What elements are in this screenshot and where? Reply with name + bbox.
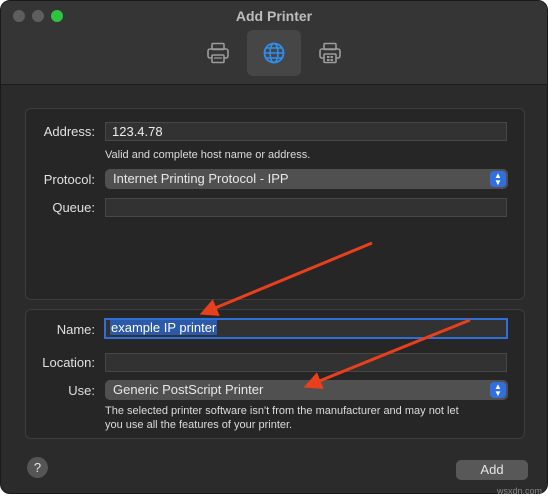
protocol-popup[interactable]: Internet Printing Protocol - IPP ▲ ▼	[105, 169, 508, 189]
toolbar-ip-button[interactable]	[247, 30, 301, 76]
use-hint-line2: you use all the features of your printer…	[105, 419, 293, 431]
protocol-label: Protocol:	[43, 172, 95, 187]
printer-icon	[207, 42, 229, 64]
use-popup[interactable]: Generic PostScript Printer ▲ ▼	[105, 380, 508, 400]
address-hint: Valid and complete host name or address.	[105, 149, 311, 161]
use-label: Use:	[68, 383, 95, 398]
queue-field[interactable]	[105, 198, 507, 217]
windows-printer-icon	[319, 42, 341, 64]
address-field[interactable]: 123.4.78	[105, 122, 507, 141]
window-title: Add Printer	[235, 8, 313, 24]
name-label: Name:	[56, 322, 95, 337]
location-field[interactable]	[105, 353, 507, 372]
name-field[interactable]: example IP printer	[104, 318, 508, 339]
protocol-value: Internet Printing Protocol - IPP	[113, 171, 289, 186]
toolbar-windows-button[interactable]	[303, 30, 357, 76]
chevron-updown-icon: ▲ ▼	[490, 171, 506, 187]
address-label: Address:	[43, 124, 95, 139]
watermark: wsxdn.com	[496, 486, 542, 496]
help-button[interactable]: ?	[27, 457, 48, 478]
titlebar: Add Printer	[1, 1, 547, 85]
name-value: example IP printer	[110, 320, 218, 335]
add-printer-window: Add Printer Address: 123.4.78 Valid and …	[0, 0, 548, 494]
queue-label: Queue:	[52, 200, 95, 215]
use-hint-line1: The selected printer software isn't from…	[105, 405, 459, 417]
chevron-updown-icon: ▲ ▼	[490, 382, 506, 398]
use-value: Generic PostScript Printer	[113, 382, 264, 397]
globe-icon	[263, 42, 285, 64]
toolbar-default-button[interactable]	[191, 30, 245, 76]
location-label: Location:	[42, 355, 95, 370]
add-button[interactable]: Add	[456, 460, 528, 480]
